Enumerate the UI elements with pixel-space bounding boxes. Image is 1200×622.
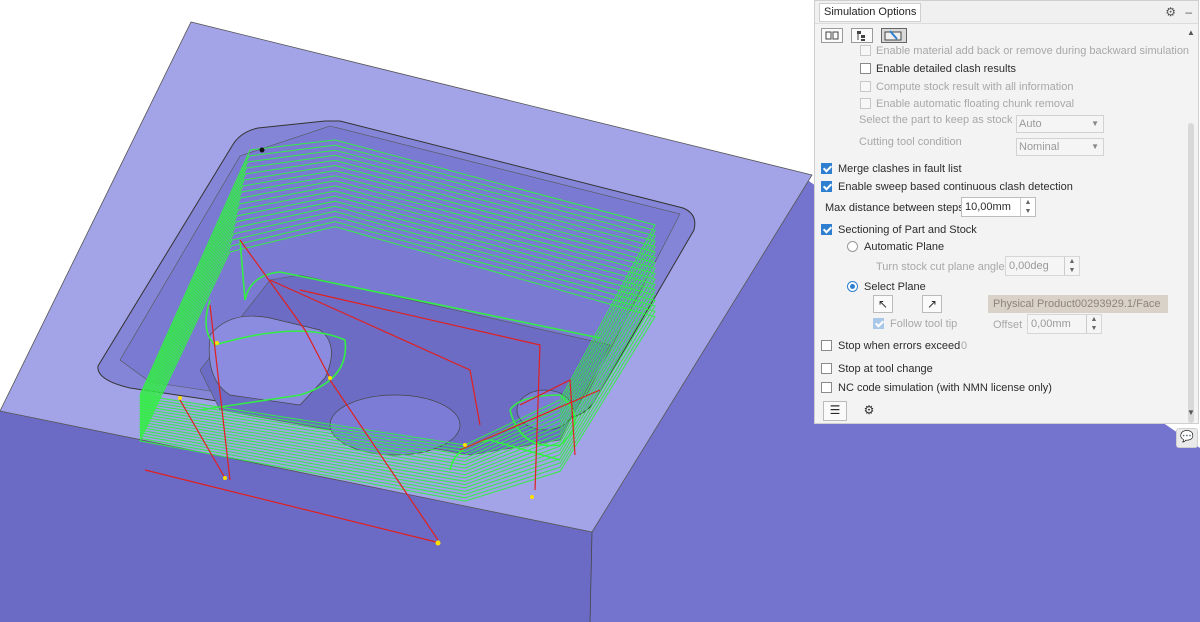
offset-input[interactable]: 0,00mm ▲ ▼	[1027, 314, 1102, 334]
dropdown-value: Auto	[1019, 118, 1042, 130]
panel-title: Simulation Options	[819, 3, 922, 22]
option-label: Enable material add back or remove durin…	[876, 45, 1190, 57]
spinner-arrows[interactable]: ▲ ▼	[1064, 257, 1079, 275]
gear-icon[interactable]: ⚙	[1165, 5, 1176, 19]
checkbox[interactable]	[860, 63, 871, 74]
simulation-options-panel: Simulation Options ⚙ – Enable material a…	[814, 0, 1199, 424]
checkbox[interactable]	[821, 181, 832, 192]
clash-options-icon	[884, 30, 902, 41]
chevron-down-icon: ▼	[1091, 119, 1099, 128]
dropdown-value: Nominal	[1019, 141, 1060, 153]
offset-label: Offset	[993, 319, 1023, 331]
stop-errors-value[interactable]: 0	[961, 338, 967, 354]
spinner-arrows[interactable]: ▲ ▼	[1020, 198, 1035, 216]
max-distance-label: Max distance between steps	[825, 202, 964, 214]
option-label: Enable detailed clash results	[876, 63, 1017, 75]
option-label: Merge clashes in fault list	[838, 163, 962, 175]
direction-arrow-icon: ↗	[926, 297, 938, 311]
face-value: Physical Product00293929.1/Face	[993, 298, 1161, 310]
option-label: Stop when errors exceed	[838, 340, 961, 352]
radio-button[interactable]	[847, 281, 858, 292]
checkbox[interactable]	[821, 363, 832, 374]
scroll-up-icon[interactable]: ▲	[1186, 28, 1196, 38]
plane-direction-button[interactable]: ↗	[922, 295, 942, 313]
spinner-arrows[interactable]: ▲ ▼	[1086, 315, 1101, 333]
scroll-down-icon[interactable]: ▼	[1186, 408, 1196, 418]
checkbox[interactable]	[821, 163, 832, 174]
general-options-icon	[825, 31, 839, 40]
option-label: Compute stock result with all informatio…	[876, 81, 1074, 93]
scroll-thumb[interactable]	[1188, 123, 1194, 423]
turn-angle-input[interactable]: 0,00deg ▲ ▼	[1005, 256, 1080, 276]
checkbox[interactable]	[821, 340, 832, 351]
max-distance-input[interactable]: 10,00mm ▲ ▼	[961, 197, 1036, 217]
option-label: Select Plane	[864, 281, 926, 293]
panel-titlebar: Simulation Options ⚙ –	[815, 1, 1198, 24]
hierarchy-options-icon	[857, 31, 865, 41]
checkbox[interactable]	[860, 81, 871, 92]
option-label: Enable automatic floating chunk removal	[876, 98, 1075, 110]
input-value: 0,00deg	[1009, 260, 1049, 272]
tab-general-options[interactable]	[821, 28, 843, 43]
chevron-down-icon: ▼	[1091, 142, 1099, 151]
option-label: NC code simulation (with NMN license onl…	[838, 382, 1052, 394]
option-label: Automatic Plane	[864, 241, 945, 253]
checkbox[interactable]	[860, 45, 871, 56]
select-cursor-button[interactable]: ↖	[873, 295, 893, 313]
cursor-icon: ↖	[877, 297, 889, 311]
select-part-dropdown[interactable]: Auto ▼	[1016, 115, 1104, 133]
checkbox[interactable]	[860, 98, 871, 109]
cutting-tool-dropdown[interactable]: Nominal ▼	[1016, 138, 1104, 156]
input-value: 10,00mm	[965, 201, 1011, 213]
option-label: Stop at tool change	[838, 363, 933, 375]
checkbox[interactable]	[821, 382, 832, 393]
comment-icon[interactable]: 💬	[1176, 428, 1198, 448]
radio-button[interactable]	[847, 241, 858, 252]
panel-scrollbar[interactable]: ▲ ▼	[1185, 28, 1197, 423]
input-value: 0,00mm	[1031, 318, 1071, 330]
machine-icon[interactable]: ⚙	[857, 401, 881, 421]
cutting-tool-label: Cutting tool condition	[859, 136, 962, 148]
minimize-icon[interactable]: –	[1185, 5, 1192, 19]
checkbox[interactable]	[821, 224, 832, 235]
tab-hierarchy-options[interactable]	[851, 28, 873, 43]
checkbox[interactable]	[873, 318, 884, 329]
list-icon[interactable]: ☰	[823, 401, 847, 421]
tab-clash-options[interactable]	[881, 28, 907, 43]
option-label: Follow tool tip	[890, 318, 958, 330]
selected-face-field[interactable]: Physical Product00293929.1/Face	[988, 295, 1168, 313]
option-label: Enable sweep based continuous clash dete…	[838, 181, 1073, 193]
select-part-label: Select the part to keep as stock	[859, 114, 1013, 126]
option-label: Sectioning of Part and Stock	[838, 224, 977, 236]
turn-angle-label: Turn stock cut plane angle	[876, 261, 1005, 273]
